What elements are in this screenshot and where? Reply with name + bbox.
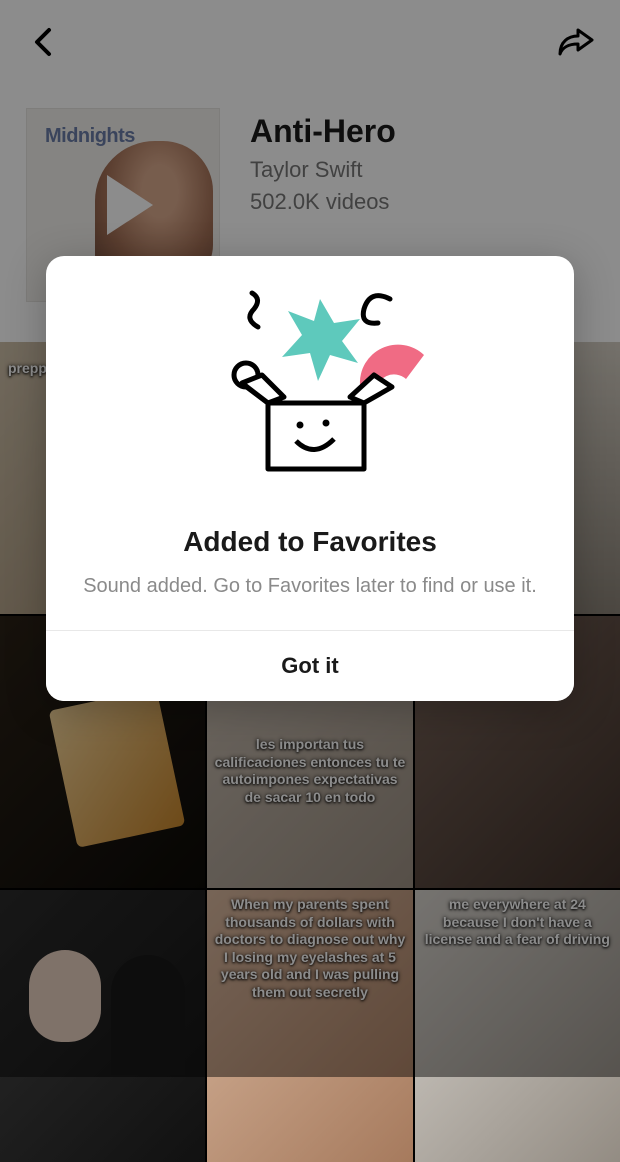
favorites-illustration bbox=[46, 256, 574, 494]
modal-description: Sound added. Go to Favorites later to fi… bbox=[47, 572, 573, 630]
got-it-button[interactable]: Got it bbox=[46, 631, 574, 701]
favorites-modal: Added to Favorites Sound added. Go to Fa… bbox=[46, 256, 574, 701]
modal-title: Added to Favorites bbox=[183, 526, 437, 558]
